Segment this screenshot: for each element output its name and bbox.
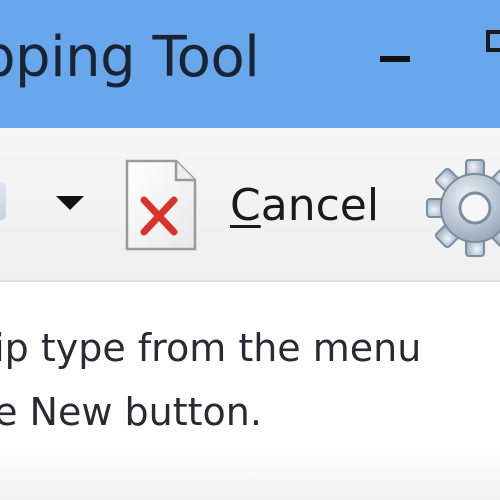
cancel-document-icon bbox=[125, 159, 197, 251]
cancel-hotkey-letter: C bbox=[230, 180, 261, 231]
cancel-label: Cancel bbox=[230, 180, 379, 233]
maximize-button[interactable] bbox=[470, 14, 500, 74]
gear-icon bbox=[426, 159, 500, 257]
instruction-line-1: nip type from the menu bbox=[0, 326, 422, 370]
cancel-label-rest: ancel bbox=[260, 180, 380, 231]
minimize-button[interactable] bbox=[368, 36, 424, 82]
new-snip-icon[interactable] bbox=[0, 182, 6, 220]
cancel-button[interactable]: Cancel bbox=[118, 156, 388, 256]
snipping-tool-window: pping Tool Cancel nip type from the menu… bbox=[0, 0, 500, 500]
chevron-down-icon[interactable] bbox=[56, 196, 84, 210]
options-button[interactable] bbox=[425, 158, 500, 258]
toolbar: Cancel bbox=[0, 128, 500, 282]
instruction-area: nip type from the menu he New button. bbox=[0, 282, 500, 500]
window-title: pping Tool bbox=[0, 25, 260, 90]
maximize-icon bbox=[486, 30, 500, 52]
instruction-line-2: he New button. bbox=[0, 390, 262, 434]
minimize-icon bbox=[380, 56, 410, 62]
title-bar[interactable]: pping Tool bbox=[0, 0, 500, 128]
